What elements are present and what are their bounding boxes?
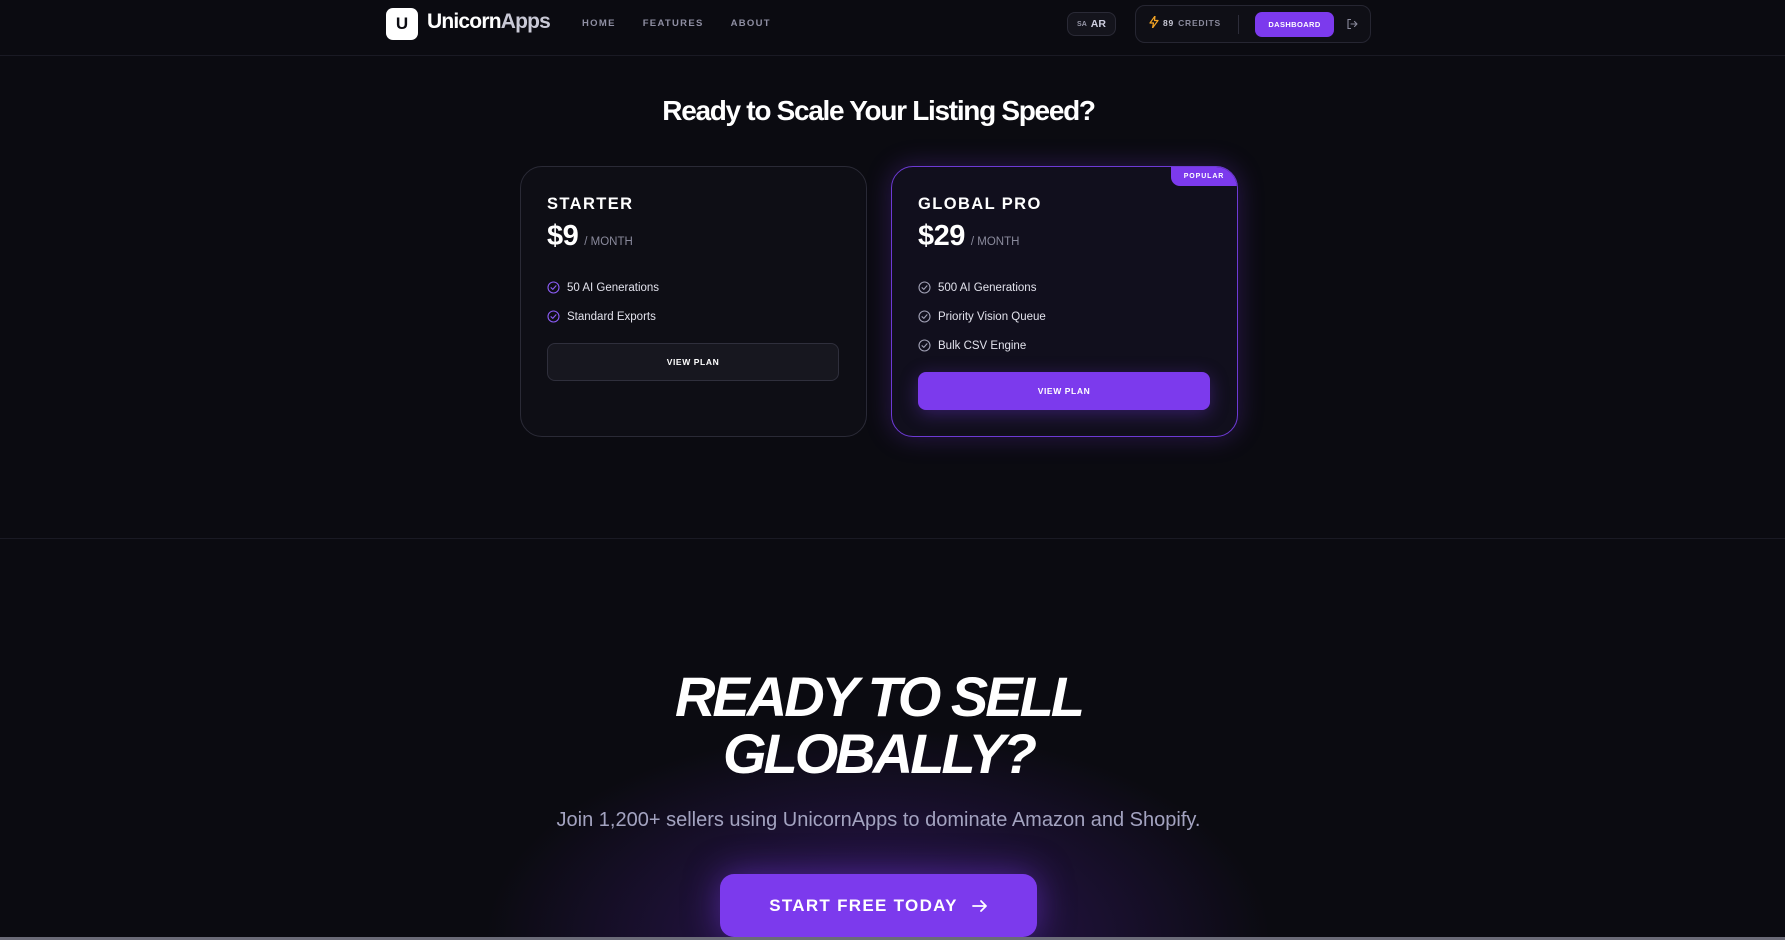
plan-price: $29 xyxy=(918,220,965,252)
main-nav: HOME FEATURES ABOUT xyxy=(582,18,771,29)
flag-icon: SA xyxy=(1077,20,1087,28)
start-free-button[interactable]: START FREE TODAY xyxy=(720,874,1037,937)
cta-button-label: START FREE TODAY xyxy=(769,895,958,915)
nav-about[interactable]: ABOUT xyxy=(731,18,771,29)
plan-name: GLOBAL PRO xyxy=(918,195,1042,213)
check-circle-icon xyxy=(918,281,931,294)
check-circle-icon xyxy=(547,281,560,294)
plan-price: $9 xyxy=(547,220,579,252)
plan-card-global-pro: POPULAR GLOBAL PRO $29 / MONTH 500 AI Ge… xyxy=(891,166,1238,437)
cta-title-line2: GLOBALLY? xyxy=(722,722,1037,785)
credits-indicator: 89 CREDITS xyxy=(1149,15,1221,30)
dashboard-button[interactable]: DASHBOARD xyxy=(1255,12,1334,37)
feature-item: Bulk CSV Engine xyxy=(918,331,1046,360)
feature-label: Priority Vision Queue xyxy=(938,310,1046,323)
plan-period: / MONTH xyxy=(584,236,633,248)
feature-item: Standard Exports xyxy=(547,302,659,331)
popular-badge: POPULAR xyxy=(1171,167,1237,186)
check-circle-icon xyxy=(547,310,560,323)
cta-title: READY TO SELL GLOBALLY? xyxy=(0,668,1757,782)
plan-name: STARTER xyxy=(547,195,634,213)
view-plan-button-pro[interactable]: VIEW PLAN xyxy=(918,372,1210,410)
brand-main: Unicorn xyxy=(427,10,502,33)
feature-label: Standard Exports xyxy=(567,310,656,323)
feature-item: Priority Vision Queue xyxy=(918,302,1046,331)
brand-name[interactable]: UnicornApps xyxy=(427,10,551,34)
cta-subtitle: Join 1,200+ sellers using UnicornApps to… xyxy=(556,809,1201,831)
cta-title-line1: READY TO SELL xyxy=(674,665,1085,728)
feature-label: Bulk CSV Engine xyxy=(938,339,1027,352)
feature-label: 50 AI Generations xyxy=(567,281,660,294)
brand-suffix: Apps xyxy=(500,10,551,33)
feature-label: 500 AI Generations xyxy=(938,281,1037,294)
feature-list: 50 AI Generations Standard Exports xyxy=(547,273,659,331)
check-circle-icon xyxy=(918,310,931,323)
logout-icon[interactable] xyxy=(1343,15,1361,33)
divider xyxy=(1238,15,1239,34)
top-navbar: U UnicornApps HOME FEATURES ABOUT SA AR … xyxy=(0,0,1785,56)
lightning-icon xyxy=(1149,15,1159,30)
price-row: $29 / MONTH xyxy=(918,220,1019,253)
account-panel: 89 CREDITS DASHBOARD xyxy=(1135,5,1371,43)
feature-list: 500 AI Generations Priority Vision Queue… xyxy=(918,273,1046,360)
nav-home[interactable]: HOME xyxy=(582,18,616,29)
nav-features[interactable]: FEATURES xyxy=(643,18,704,29)
feature-item: 50 AI Generations xyxy=(547,273,659,302)
language-code: AR xyxy=(1090,18,1106,30)
price-row: $9 / MONTH xyxy=(547,220,633,253)
feature-item: 500 AI Generations xyxy=(918,273,1046,302)
logo-icon[interactable]: U xyxy=(386,8,418,40)
credits-label: CREDITS xyxy=(1178,18,1221,28)
credits-count: 89 xyxy=(1163,18,1175,28)
check-circle-icon xyxy=(918,339,931,352)
view-plan-button-starter[interactable]: VIEW PLAN xyxy=(547,343,839,381)
language-switcher[interactable]: SA AR xyxy=(1067,12,1116,36)
plan-period: / MONTH xyxy=(970,236,1020,248)
arrow-right-icon xyxy=(971,899,988,913)
plan-card-starter: STARTER $9 / MONTH 50 AI Generations Sta… xyxy=(520,166,867,437)
pricing-title: Ready to Scale Your Listing Speed? xyxy=(662,95,1096,126)
